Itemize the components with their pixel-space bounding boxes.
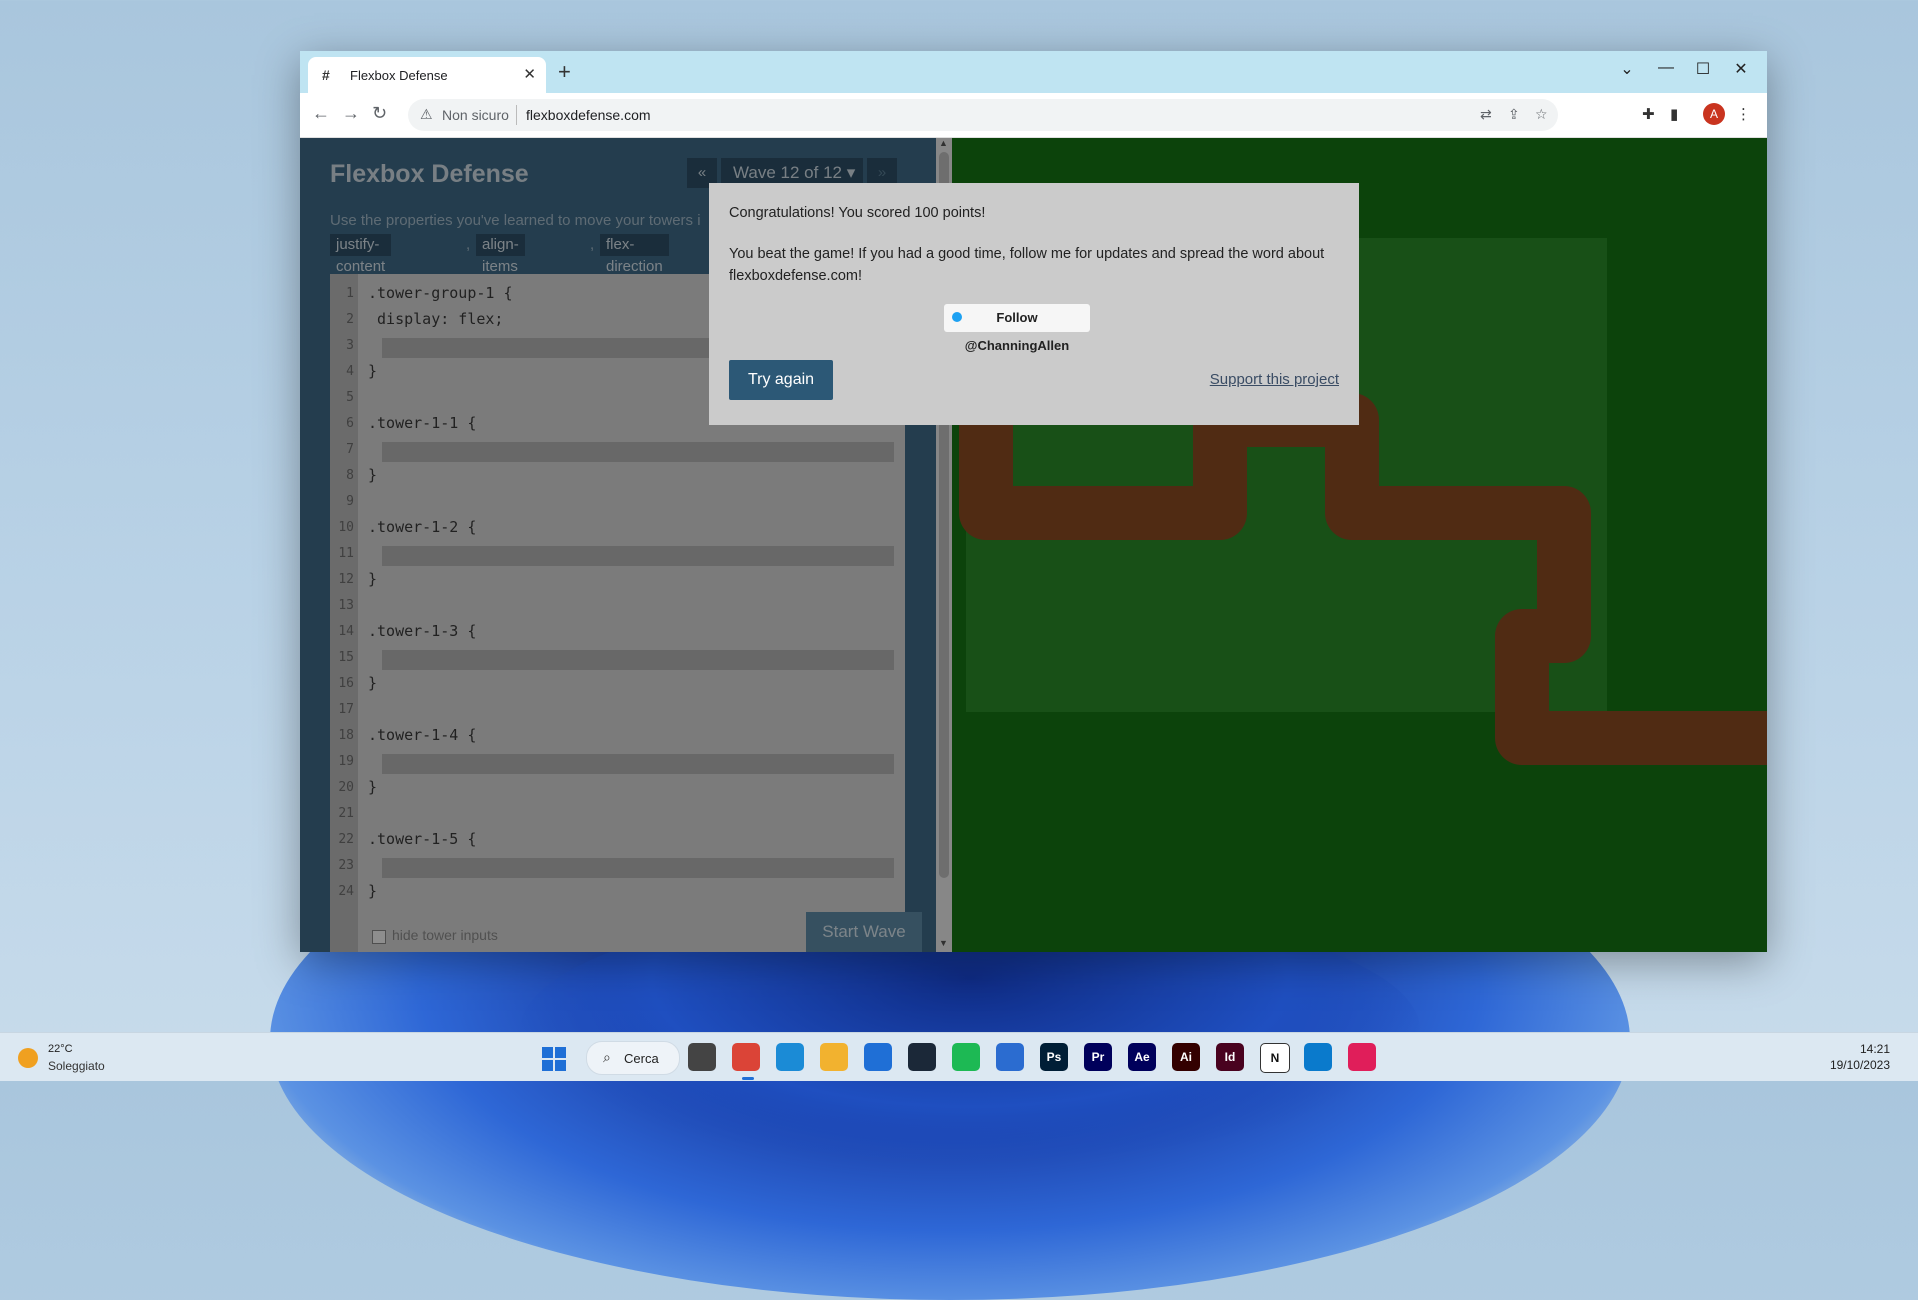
back-icon[interactable]: ←: [312, 103, 330, 124]
new-tab-button[interactable]: +: [558, 59, 571, 85]
weather-temperature[interactable]: 22°C: [48, 1043, 73, 1055]
windows-start-icon[interactable]: [542, 1047, 566, 1071]
vscode-icon[interactable]: [1304, 1043, 1332, 1071]
chrome-icon[interactable]: [732, 1043, 760, 1071]
steam-icon[interactable]: [908, 1043, 936, 1071]
try-again-button[interactable]: Try again: [729, 360, 833, 400]
sun-icon[interactable]: [18, 1048, 38, 1068]
illustrator-icon[interactable]: Ai: [1172, 1043, 1200, 1071]
clock-date: 19/10/2023: [1829, 1058, 1890, 1072]
store-icon[interactable]: [864, 1043, 892, 1071]
maximize-button[interactable]: ☐: [1683, 59, 1723, 79]
task-view-icon[interactable]: [688, 1043, 716, 1071]
edge-icon[interactable]: [776, 1043, 804, 1071]
close-window-button[interactable]: ✕: [1721, 59, 1761, 79]
spotify-icon[interactable]: [952, 1043, 980, 1071]
notion-icon[interactable]: N: [1260, 1043, 1290, 1073]
bookmark-star-icon[interactable]: ☆: [1535, 106, 1548, 123]
minimize-button[interactable]: —: [1646, 59, 1686, 77]
tab-close-icon[interactable]: ✕: [523, 65, 536, 83]
browser-window: # Flexbox Defense ✕ + ⌄ — ☐ ✕ ← → ↻ ⚠ No…: [300, 51, 1767, 952]
title-bar: # Flexbox Defense ✕ + ⌄ — ☐ ✕: [300, 51, 1767, 93]
clock-time: 14:21: [1859, 1042, 1890, 1056]
follow-label: Follow @ChanningAllen: [964, 310, 1070, 353]
share-icon[interactable]: ⇪: [1508, 106, 1520, 123]
file-explorer-icon[interactable]: [820, 1043, 848, 1071]
security-label: Non sicuro: [442, 107, 509, 123]
slack-icon[interactable]: [1348, 1043, 1376, 1071]
victory-message: You beat the game! If you had a good tim…: [729, 246, 1325, 284]
tab-title: Flexbox Defense: [350, 68, 448, 83]
tab-flexbox-defense[interactable]: # Flexbox Defense ✕: [308, 57, 546, 93]
page-content: Flexbox Defense « Wave 12 of 12 ▾ » Use …: [300, 138, 1767, 952]
tab-search-icon[interactable]: ⌄: [1607, 59, 1647, 79]
warning-icon: ⚠: [420, 106, 433, 122]
url-text[interactable]: flexboxdefense.com: [526, 107, 651, 123]
photoshop-icon[interactable]: Ps: [1040, 1043, 1068, 1071]
menu-kebab-icon[interactable]: ⋮: [1736, 105, 1751, 123]
follow-button[interactable]: Follow @ChanningAllen: [944, 304, 1090, 353]
support-link[interactable]: Support this project: [1210, 371, 1339, 388]
extensions-icon[interactable]: ✚: [1642, 105, 1655, 123]
system-clock[interactable]: 14:21 19/10/2023: [1830, 1041, 1890, 1073]
side-panel-icon[interactable]: ▮: [1670, 105, 1678, 123]
search-label: Cerca: [624, 1051, 659, 1066]
browser-toolbar: ← → ↻ ⚠ Non sicuro flexboxdefense.com ⇄ …: [300, 93, 1767, 138]
translate-icon[interactable]: ⇄: [1480, 106, 1492, 123]
profile-avatar[interactable]: A: [1703, 103, 1725, 125]
address-bar[interactable]: ⚠ Non sicuro flexboxdefense.com ⇄ ⇪ ☆: [408, 99, 1558, 131]
taskbar: 22°C Soleggiato ⌕ Cerca Ps Pr Ae Ai Id N 14:2…: [0, 1032, 1918, 1081]
address-separator: [516, 105, 517, 125]
weather-description[interactable]: Soleggiato: [48, 1059, 105, 1073]
hash-icon: #: [322, 67, 330, 83]
mail-icon[interactable]: [996, 1043, 1024, 1071]
forward-icon[interactable]: →: [342, 103, 360, 124]
reload-icon[interactable]: ↻: [372, 103, 387, 124]
search-icon: ⌕: [603, 1049, 611, 1065]
score-message: Congratulations! You scored 100 points!: [729, 205, 986, 221]
premiere-icon[interactable]: Pr: [1084, 1043, 1112, 1071]
indesign-icon[interactable]: Id: [1216, 1043, 1244, 1071]
victory-modal: Congratulations! You scored 100 points! …: [709, 183, 1359, 425]
twitter-bird-icon: [952, 312, 962, 322]
taskbar-search[interactable]: ⌕ Cerca: [586, 1041, 680, 1075]
after-effects-icon[interactable]: Ae: [1128, 1043, 1156, 1071]
